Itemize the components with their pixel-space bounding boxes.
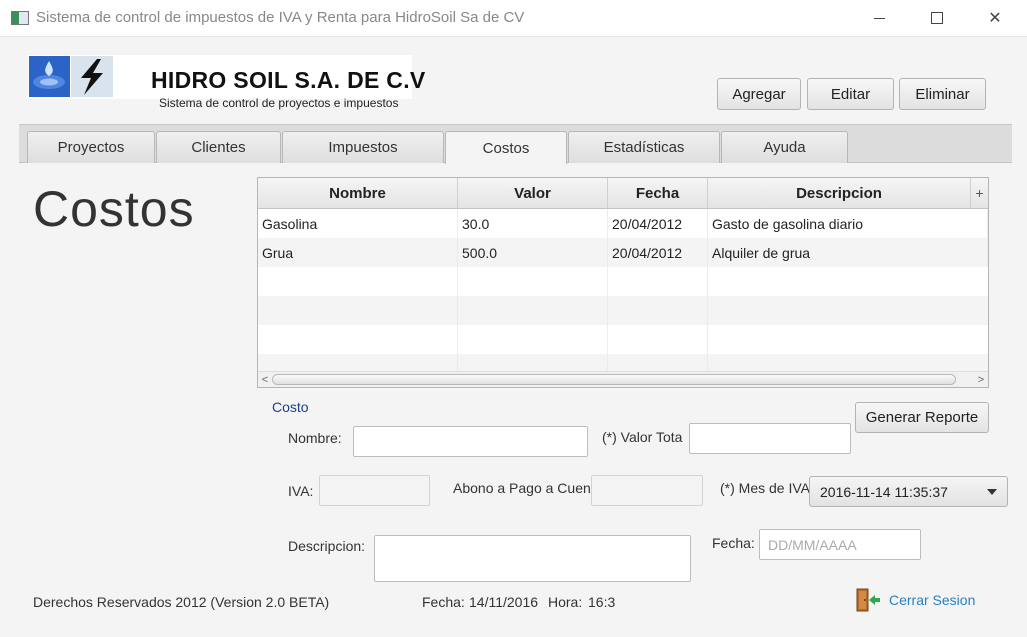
delete-button[interactable]: Eliminar: [899, 78, 986, 110]
horizontal-scrollbar[interactable]: < >: [258, 371, 988, 387]
cell-nombre: Gasolina: [258, 209, 458, 238]
scroll-left-icon[interactable]: <: [258, 372, 272, 387]
cell-valor: 500.0: [458, 238, 608, 267]
cell-descripcion: Gasto de gasolina diario: [708, 209, 988, 238]
column-header-valor[interactable]: Valor: [458, 178, 608, 208]
nombre-label: Nombre:: [288, 430, 342, 446]
tab-impuestos[interactable]: Impuestos: [282, 131, 444, 163]
table-row-empty: [258, 296, 988, 325]
form-section-title: Costo: [272, 399, 309, 415]
app-icon: [11, 11, 29, 25]
table-header: Nombre Valor Fecha Descripcion +: [258, 178, 988, 209]
column-header-nombre[interactable]: Nombre: [258, 178, 458, 208]
nombre-input[interactable]: [353, 426, 588, 457]
tab-proyectos[interactable]: Proyectos: [27, 131, 155, 163]
mes-iva-select[interactable]: 2016-11-14 11:35:37: [809, 476, 1008, 507]
generate-report-button[interactable]: Generar Reporte: [855, 402, 989, 433]
cell-descripcion: Alquiler de grua: [708, 238, 988, 267]
valor-total-input[interactable]: [689, 423, 851, 454]
scroll-right-icon[interactable]: >: [974, 372, 988, 387]
add-button[interactable]: Agregar: [717, 78, 801, 110]
mes-iva-value: 2016-11-14 11:35:37: [820, 483, 948, 500]
close-icon[interactable]: ✕: [972, 0, 1018, 36]
abono-label: Abono a Pago a Cuenta:: [453, 480, 607, 496]
table-row-empty: [258, 267, 988, 296]
cell-valor: 30.0: [458, 209, 608, 238]
cell-fecha: 20/04/2012: [608, 209, 708, 238]
tab-estadisticas[interactable]: Estadísticas: [568, 131, 720, 163]
column-menu-icon[interactable]: +: [971, 178, 988, 208]
footer-time-value: 16:3: [588, 594, 616, 610]
table-row[interactable]: Gasolina 30.0 20/04/2012 Gasto de gasoli…: [258, 209, 988, 238]
maximize-icon[interactable]: [914, 0, 960, 36]
door-exit-icon[interactable]: [855, 588, 881, 612]
tab-costos[interactable]: Costos: [445, 131, 567, 164]
tab-clientes[interactable]: Clientes: [156, 131, 281, 163]
mes-iva-label: (*) Mes de IVA: [720, 480, 809, 496]
chevron-down-icon: [987, 489, 997, 495]
footer-time-label: Hora:: [548, 594, 583, 610]
footer-date-value: 14/11/2016: [469, 594, 539, 610]
window-title: Sistema de control de impuestos de IVA y…: [36, 9, 525, 26]
costs-table[interactable]: Nombre Valor Fecha Descripcion + Gasolin…: [257, 177, 989, 388]
iva-label: IVA:: [288, 483, 314, 499]
fecha-input[interactable]: [759, 529, 921, 560]
column-header-fecha[interactable]: Fecha: [608, 178, 708, 208]
iva-field[interactable]: [319, 475, 430, 506]
cell-nombre: Grua: [258, 238, 458, 267]
table-row-empty: [258, 325, 988, 354]
descripcion-label: Descripcion:: [288, 538, 366, 554]
footer-date-label: Fecha:: [422, 594, 465, 610]
cell-fecha: 20/04/2012: [608, 238, 708, 267]
logout-link[interactable]: Cerrar Sesion: [889, 592, 975, 608]
table-row-empty: [258, 354, 988, 371]
copyright-text: Derechos Reservados 2012 (Version 2.0 BE…: [33, 594, 330, 610]
abono-field[interactable]: [591, 475, 703, 506]
column-header-descripcion[interactable]: Descripcion: [708, 178, 971, 208]
window-titlebar: Sistema de control de impuestos de IVA y…: [0, 0, 1027, 37]
table-row[interactable]: Grua 500.0 20/04/2012 Alquiler de grua: [258, 238, 988, 267]
edit-button[interactable]: Editar: [807, 78, 894, 110]
water-drop-lightning-logo: [29, 56, 113, 97]
tab-ayuda[interactable]: Ayuda: [721, 131, 848, 163]
minimize-icon[interactable]: [856, 0, 902, 36]
company-subtitle: Sistema de control de proyectos e impues…: [159, 96, 399, 110]
fecha-label: Fecha:: [712, 535, 755, 551]
company-name: HIDRO SOIL S.A. DE C.V: [151, 67, 426, 93]
descripcion-textarea[interactable]: [374, 535, 691, 582]
valor-total-label: (*) Valor Tota: [602, 429, 683, 445]
scrollbar-thumb[interactable]: [272, 374, 956, 385]
page-title: Costos: [33, 181, 195, 237]
